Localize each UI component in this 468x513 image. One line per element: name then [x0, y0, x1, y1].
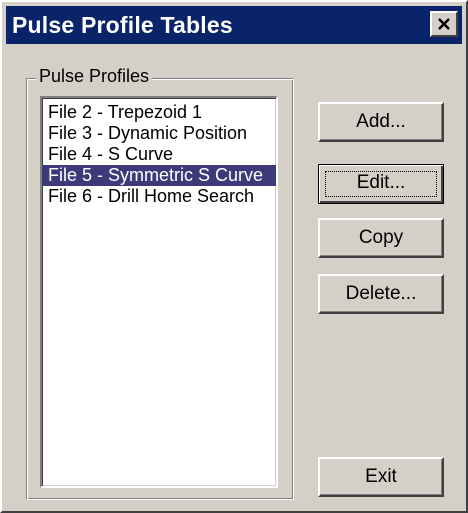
title-bar[interactable]: Pulse Profile Tables — [6, 6, 462, 44]
list-item-selected[interactable]: File 5 - Symmetric S Curve — [42, 165, 276, 186]
delete-button-label: Delete... — [345, 283, 417, 304]
delete-button[interactable]: Delete... — [318, 274, 444, 314]
edit-button-label: Edit... — [356, 172, 406, 193]
list-item[interactable]: File 4 - S Curve — [42, 144, 276, 165]
copy-button[interactable]: Copy — [318, 218, 444, 258]
list-item[interactable]: File 3 - Dynamic Position — [42, 123, 276, 144]
window-title: Pulse Profile Tables — [12, 12, 233, 38]
copy-button-label: Copy — [358, 227, 404, 248]
add-button-label: Add... — [356, 111, 406, 132]
exit-button[interactable]: Exit — [318, 457, 444, 497]
pulse-profile-tables-dialog: Pulse Profile Tables Pulse Profiles File… — [0, 0, 468, 513]
add-button[interactable]: Add... — [318, 102, 444, 142]
pulse-profiles-list[interactable]: File 2 - Trepezoid 1 File 3 - Dynamic Po… — [40, 96, 278, 488]
pulse-profiles-group-label: Pulse Profiles — [36, 66, 153, 87]
close-button[interactable] — [430, 11, 458, 37]
list-item[interactable]: File 6 - Drill Home Search — [42, 186, 276, 207]
exit-button-label: Exit — [365, 466, 397, 487]
list-item[interactable]: File 2 - Trepezoid 1 — [42, 102, 276, 123]
edit-button[interactable]: Edit... — [318, 164, 444, 204]
close-icon — [438, 18, 450, 30]
